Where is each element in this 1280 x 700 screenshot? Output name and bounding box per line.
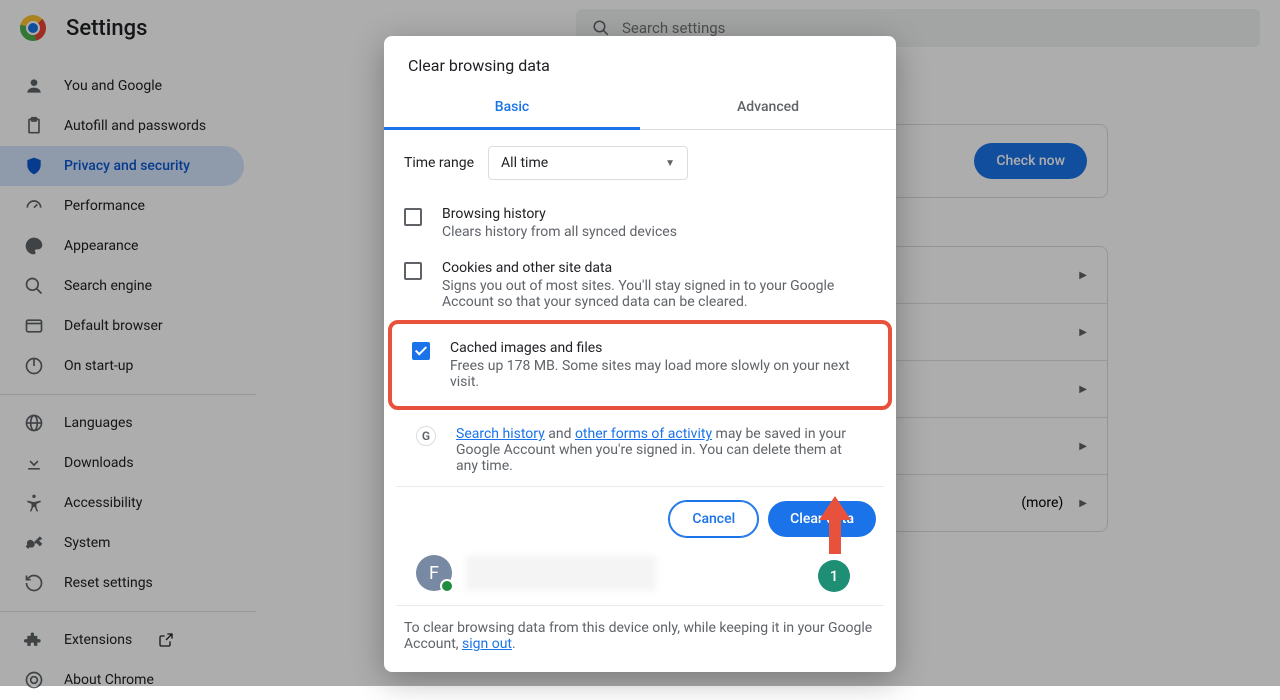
user-info-redacted (466, 555, 656, 591)
annotation-arrow-icon (815, 496, 855, 562)
option-cached[interactable]: Cached images and files Frees up 178 MB.… (392, 330, 888, 400)
avatar: F (416, 555, 452, 591)
sign-out-link[interactable]: sign out (462, 636, 512, 652)
chevron-down-icon: ▼ (665, 158, 675, 169)
annotation-highlight: Cached images and files Frees up 178 MB.… (388, 320, 892, 410)
checkbox-cached[interactable] (412, 342, 430, 360)
cancel-button[interactable]: Cancel (669, 501, 758, 537)
other-activity-link[interactable]: other forms of activity (575, 426, 712, 442)
search-history-link[interactable]: Search history (456, 426, 545, 442)
google-icon: G (416, 426, 436, 446)
google-account-info: G Search history and other forms of acti… (396, 416, 884, 487)
tab-advanced[interactable]: Advanced (640, 89, 896, 129)
option-cookies[interactable]: Cookies and other site data Signs you ou… (384, 250, 896, 320)
checkbox-cookies[interactable] (404, 262, 422, 280)
checkbox-browsing-history[interactable] (404, 208, 422, 226)
tab-basic[interactable]: Basic (384, 89, 640, 130)
dialog-title: Clear browsing data (384, 36, 896, 89)
option-browsing-history[interactable]: Browsing history Clears history from all… (384, 196, 896, 250)
dialog-footer-text: To clear browsing data from this device … (384, 606, 896, 652)
time-range-label: Time range (404, 155, 474, 171)
dialog-tabs: Basic Advanced (384, 89, 896, 130)
annotation-step-badge: 1 (818, 560, 850, 592)
sync-badge-icon (440, 579, 454, 593)
user-account-row: F (396, 551, 884, 606)
time-range-select[interactable]: All time ▼ (488, 146, 688, 180)
